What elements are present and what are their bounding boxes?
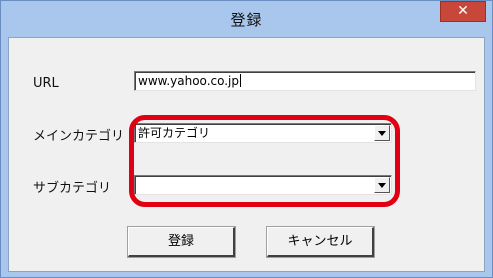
- sub-category-label: サブカテゴリ: [33, 181, 112, 196]
- url-input[interactable]: www.yahoo.co.jp: [134, 71, 476, 91]
- sub-category-select[interactable]: [134, 175, 392, 195]
- url-input-value: www.yahoo.co.jp: [138, 74, 239, 88]
- close-icon: ✕: [457, 3, 469, 19]
- register-button[interactable]: 登録: [127, 226, 236, 258]
- text-caret: [240, 74, 241, 87]
- main-category-select[interactable]: 許可カテゴリ: [134, 123, 392, 143]
- url-label: URL: [33, 76, 59, 91]
- cancel-button[interactable]: キャンセル: [266, 226, 375, 258]
- main-category-label: メインカテゴリ: [33, 129, 125, 144]
- chevron-down-icon: [378, 131, 386, 136]
- sub-category-dropdown-button[interactable]: [374, 177, 390, 193]
- dialog-title: 登録: [230, 11, 263, 29]
- main-category-value: 許可カテゴリ: [138, 126, 211, 140]
- chevron-down-icon: [378, 183, 386, 188]
- close-button[interactable]: ✕: [440, 1, 486, 22]
- register-dialog: 登録 ✕ URL www.yahoo.co.jp メインカテゴリ 許可カテゴリ …: [0, 0, 493, 278]
- dialog-body: URL www.yahoo.co.jp メインカテゴリ 許可カテゴリ サブカテゴ…: [8, 37, 485, 272]
- title-bar[interactable]: 登録 ✕: [1, 1, 492, 37]
- main-category-dropdown-button[interactable]: [374, 125, 390, 141]
